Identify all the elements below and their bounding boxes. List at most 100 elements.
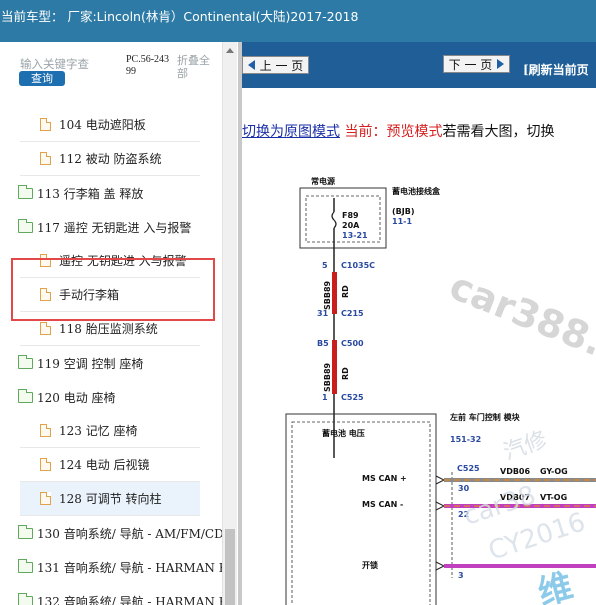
- conn-c215: C215: [341, 309, 364, 318]
- tree-item-104[interactable]: 104 电动遮阳板: [20, 108, 200, 142]
- folder-icon: [18, 388, 33, 403]
- tree-item-label: 128 可调节 转向柱: [59, 492, 162, 506]
- tree-item-remote-keyless[interactable]: 遥控 无钥匙进 入与报警: [20, 244, 200, 278]
- tree-item-label: 118 胎压监测系统: [59, 322, 158, 336]
- document-icon: [40, 322, 51, 335]
- module-ref: 151-32: [450, 435, 481, 444]
- tree-item-label: 120 电动 座椅: [37, 390, 116, 405]
- tree-folder-132[interactable]: 132 音响系统/ 导航 - HARMAN KARDON: [0, 584, 222, 605]
- conn-c1035c: C1035C: [341, 261, 375, 270]
- right-pane: 上 一 页 下 一 页 [刷新当前页 切换为原图模式 当前：预览模式若需看大图，…: [242, 42, 596, 605]
- power-title: 常电源: [311, 176, 335, 186]
- tree-item-label: 112 被动 防盗系统: [59, 152, 162, 166]
- vehicle-title: 当前车型： 厂家:Lincoln(林肯）Continental(大陆)2017-…: [1, 9, 359, 24]
- module-title: 左前 车门控制 模块: [449, 412, 521, 422]
- next-page-label: 下 一 页: [448, 57, 493, 72]
- watermark-text: 汽修: [501, 427, 551, 466]
- connector-arrow-icon: [435, 475, 446, 485]
- wire-color-vt-og: VT-OG: [540, 493, 567, 502]
- wiring-diagram: 常电源 蓄电池接线盒 (BJB) 11-1 F89 20A 13-21 5 C1…: [285, 176, 596, 605]
- fuse-symbol-icon: [331, 211, 337, 229]
- arrow-right-icon: [497, 59, 505, 69]
- fuse-name: F89: [342, 211, 359, 220]
- refresh-page-link[interactable]: [刷新当前页: [523, 61, 589, 78]
- search-button[interactable]: 查询: [19, 71, 65, 86]
- page-nav-bar: 上 一 页 下 一 页 [刷新当前页: [242, 42, 596, 88]
- tree-folder-120[interactable]: 120 电动 座椅: [0, 380, 222, 414]
- tree-item-label: 117 遥控 无钥匙进 入与报警: [37, 220, 192, 235]
- tree-item-label: 130 音响系统/ 导航 - AM/FM/CD: [37, 526, 222, 541]
- document-icon: [40, 424, 51, 437]
- current-mode-label: 当前：预览模式: [344, 124, 443, 140]
- switch-original-mode-link[interactable]: 切换为原图模式: [242, 124, 340, 140]
- wire-sbb89-a: SBB89: [323, 280, 332, 310]
- folder-icon: [18, 354, 33, 369]
- wire-sbb89-b: SBB89: [323, 362, 332, 392]
- unlock-label: 开锁: [362, 560, 378, 570]
- next-page-button[interactable]: 下 一 页: [443, 55, 510, 73]
- tree-folder-131[interactable]: 131 音响系统/ 导航 - HARMAN KARDON: [0, 550, 222, 584]
- tree-folder-117[interactable]: 117 遥控 无钥匙进 入与报警: [0, 210, 222, 244]
- tree-item-manual-trunk[interactable]: 手动行李箱: [20, 278, 200, 312]
- document-icon: [40, 152, 51, 165]
- watermark-text: 维: [534, 566, 577, 605]
- fuse-rating: 20A: [342, 221, 360, 230]
- red-wire-segment-b: [332, 340, 337, 394]
- tree-folder-113[interactable]: 113 行李箱 盖 释放: [0, 176, 222, 210]
- tree-item-123[interactable]: 123 记忆 座椅: [20, 414, 200, 448]
- ms-can-minus-label: MS CAN -: [362, 500, 403, 509]
- connector-arrow-icon: [435, 501, 446, 511]
- conn-c525-out: C525: [457, 464, 480, 473]
- folder-icon: [18, 592, 33, 605]
- tree-item-128[interactable]: 128 可调节 转向柱: [20, 482, 200, 516]
- view-mode-bar: 切换为原图模式 当前：预览模式若需看大图，切换: [242, 121, 554, 141]
- folder-icon: [18, 184, 33, 199]
- conn-c525: C525: [341, 393, 364, 402]
- fuse-ref: 13-21: [342, 231, 368, 240]
- document-icon: [40, 492, 51, 505]
- document-icon: [40, 288, 51, 301]
- ms-can-plus-label: MS CAN +: [362, 474, 407, 483]
- folder-open-icon: [18, 218, 33, 233]
- title-bar: 当前车型： 厂家:Lincoln(林肯）Continental(大陆)2017-…: [0, 0, 596, 42]
- pin-1: 1: [322, 393, 328, 402]
- watermark-text: car388.c: [444, 264, 596, 373]
- wire-color-gy-og: GY-OG: [540, 467, 568, 476]
- left-pane: 输入关键字查 查询 PC.56-24399 折叠全部 104 电动遮阳板 112…: [0, 42, 238, 605]
- tree-item-label: 131 音响系统/ 导航 - HARMAN KARDON: [37, 560, 222, 575]
- pin-3: 3: [458, 571, 464, 580]
- tree-item-label: 119 空调 控制 座椅: [37, 356, 144, 371]
- document-icon: [40, 458, 51, 471]
- tree-folder-119[interactable]: 119 空调 控制 座椅: [0, 346, 222, 380]
- tree-item-124[interactable]: 124 电动 后视镜: [20, 448, 200, 482]
- fuse-box-title: 蓄电池接线盒: [392, 186, 441, 196]
- prev-page-label: 上 一 页: [259, 58, 304, 73]
- document-icon: [40, 118, 51, 131]
- wire-vdb06: VDB06: [500, 467, 530, 476]
- wire-color-rd-a: RD: [341, 285, 350, 298]
- tree-item-label: 123 记忆 座椅: [59, 424, 138, 438]
- left-scrollbar[interactable]: [222, 42, 237, 605]
- tree-item-112[interactable]: 112 被动 防盗系统: [20, 142, 200, 176]
- tree-item-label: 132 音响系统/ 导航 - HARMAN KARDON: [37, 594, 222, 605]
- scrollbar-thumb[interactable]: [225, 529, 235, 605]
- prev-page-button[interactable]: 上 一 页: [242, 56, 309, 74]
- scroll-up-arrow-icon[interactable]: [226, 48, 234, 53]
- wire-color-rd-b: RD: [341, 367, 350, 380]
- tree-item-118[interactable]: 118 胎压监测系统: [20, 312, 200, 346]
- fuse-box-page: 11-1: [392, 217, 412, 226]
- document-icon: [40, 254, 51, 267]
- conn-c500: C500: [341, 339, 364, 348]
- mode-hint-text: 若需看大图，切换: [442, 124, 555, 140]
- tree-folder-130[interactable]: 130 音响系统/ 导航 - AM/FM/CD: [0, 516, 222, 550]
- connector-arrow-icon: [435, 561, 446, 571]
- pin-5: 5: [322, 261, 328, 270]
- pc-code: PC.56-24399: [126, 54, 170, 77]
- tree-item-label: 104 电动遮阳板: [59, 118, 146, 132]
- pin-b5: B5: [317, 339, 329, 348]
- tree-item-label: 113 行李箱 盖 释放: [37, 186, 144, 201]
- fuse-box-code: (BJB): [392, 207, 414, 216]
- module-inner: [291, 421, 431, 605]
- collapse-all-button[interactable]: 折叠全部: [177, 54, 219, 80]
- folder-icon: [18, 524, 33, 539]
